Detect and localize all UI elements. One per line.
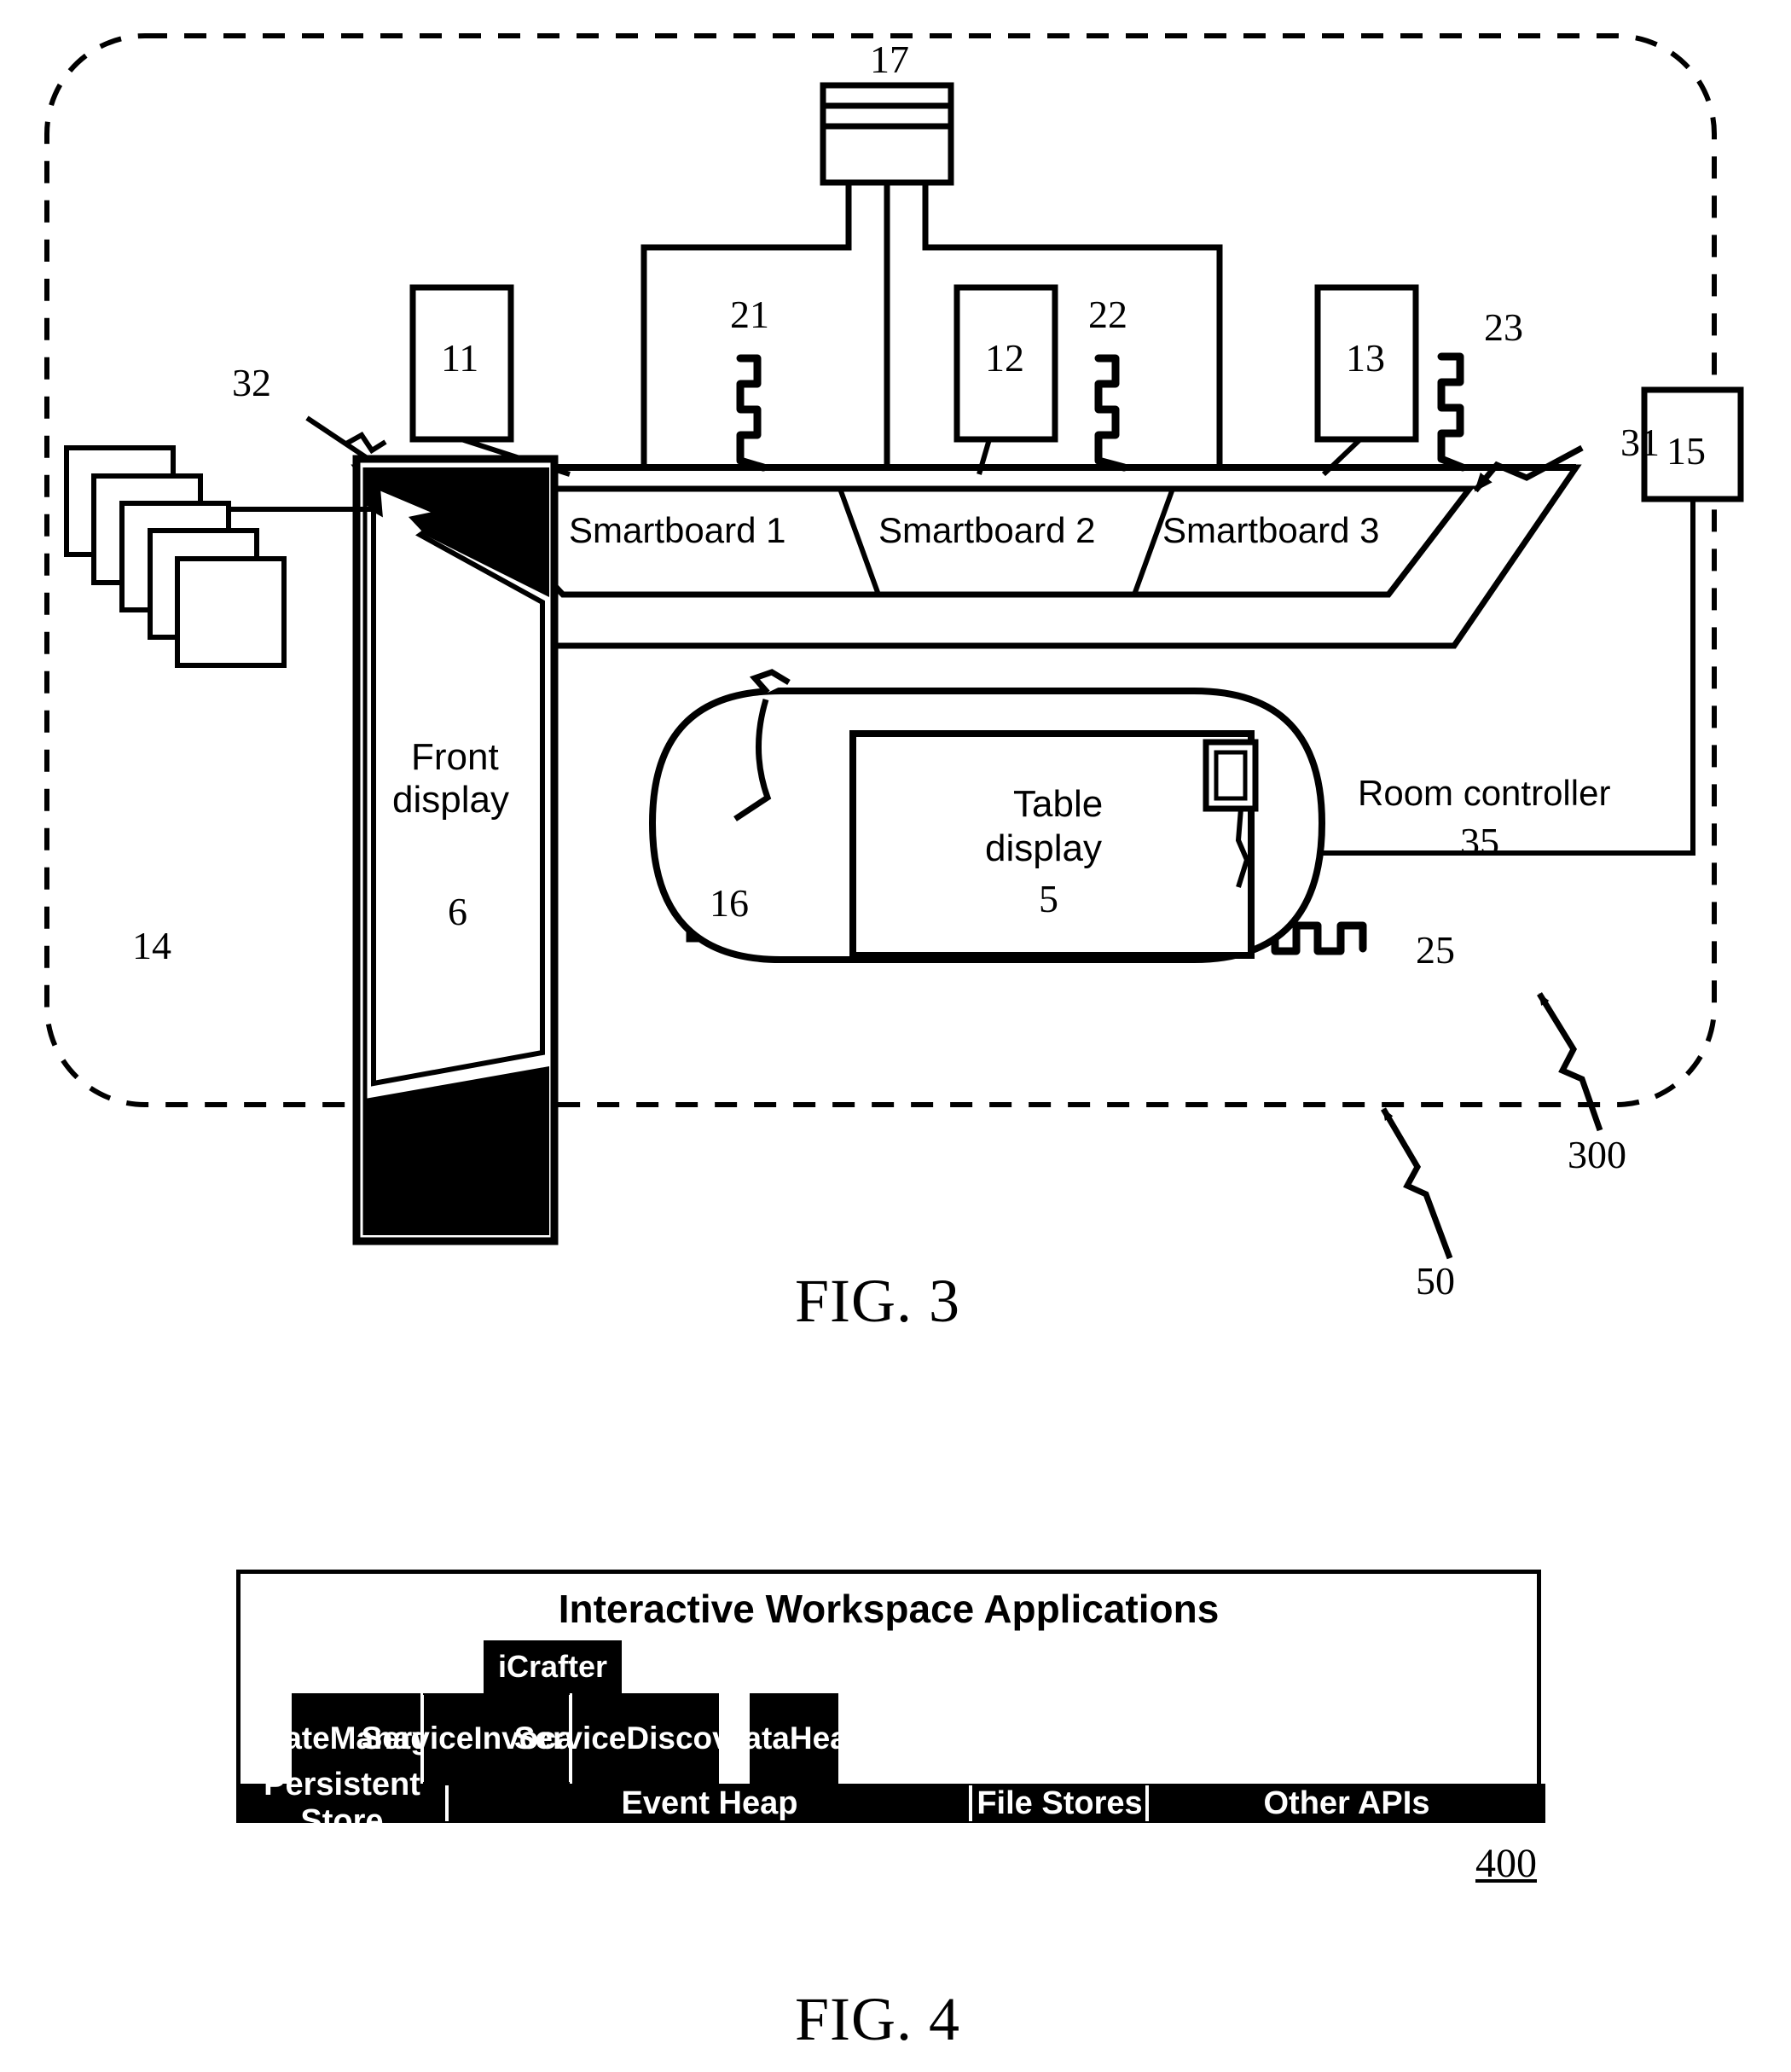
front-display-label-line1: Front	[411, 736, 499, 778]
ref-11: 11	[441, 336, 479, 380]
wireless-21	[736, 354, 768, 472]
wireless-23	[1437, 352, 1467, 472]
table-display-label-line1: Table	[1013, 783, 1104, 825]
ref-22: 22	[1088, 293, 1127, 336]
stack-block-data-heap[interactable]: Data Heap	[722, 1693, 867, 1784]
ref-300-leader	[1537, 992, 1603, 1132]
stack-title: Interactive Workspace Applications	[558, 1587, 1220, 1631]
window-stack-14	[64, 445, 287, 668]
ref-5: 5	[1039, 877, 1058, 920]
mid-separator-2	[569, 1695, 572, 1782]
figure-3-caption: FIG. 3	[795, 1267, 961, 1335]
stack-block-service-discovery[interactable]: Service Discovery	[514, 1693, 777, 1784]
ref-13: 13	[1346, 336, 1385, 380]
ref-6: 6	[448, 890, 467, 933]
table-display-label-line2: display	[985, 827, 1102, 869]
room-controller-label: Room controller	[1358, 773, 1611, 813]
ref-32: 32	[232, 361, 271, 404]
ref-21: 21	[730, 293, 769, 336]
stack-block-persistent-store[interactable]: Persistent Store	[236, 1767, 448, 1839]
bottom-separator-2	[969, 1785, 972, 1821]
ref-17: 17	[870, 38, 909, 81]
ref-35: 35	[1460, 820, 1499, 863]
ref-12: 12	[985, 336, 1024, 380]
ref-23: 23	[1484, 305, 1523, 349]
ref-15: 15	[1666, 429, 1706, 473]
ref-50-leader	[1380, 1107, 1453, 1260]
ref-14: 14	[132, 924, 171, 967]
figure-4-stack-diagram: Interactive Workspace Applications iCraf…	[236, 1570, 1545, 1839]
ref-50: 50	[1416, 1259, 1455, 1303]
bottom-separator-3	[1145, 1785, 1149, 1821]
stack-block-event-heap[interactable]: Event Heap	[448, 1784, 971, 1823]
state-manager-line1: State	[252, 1721, 330, 1756]
ref-400: 400	[1475, 1841, 1537, 1886]
service-invocation-line1: Service	[361, 1721, 474, 1756]
conference-table	[648, 669, 1326, 963]
stack-block-file-stores[interactable]: File Stores	[971, 1784, 1148, 1823]
front-display-label-line2: display	[392, 779, 509, 821]
ref-16: 16	[710, 881, 749, 925]
ref-31: 31	[1620, 421, 1660, 464]
ref-300: 300	[1568, 1133, 1626, 1176]
ref-25: 25	[1416, 928, 1455, 972]
data-heap-line1: Data	[721, 1721, 790, 1756]
smartboard-2-label: Smartboard 2	[878, 510, 1096, 550]
figure-4-caption: FIG. 4	[795, 1985, 961, 2053]
patent-figure-page: 17 11 12 13 15 16 21 22 23 25 31 32 14 S…	[0, 0, 1791, 2072]
bottom-separator-1	[445, 1785, 449, 1821]
data-heap-line2: Heap	[789, 1721, 867, 1756]
smartboard-1-label: Smartboard 1	[569, 510, 786, 550]
projector-17-shape	[820, 82, 954, 186]
stack-block-icrafter[interactable]: iCrafter	[484, 1640, 622, 1693]
stack-block-other-apis[interactable]: Other APIs	[1148, 1784, 1545, 1823]
front-display-panel	[305, 415, 559, 1245]
smartboard-3-label: Smartboard 3	[1162, 510, 1380, 550]
wireless-22	[1094, 354, 1128, 472]
